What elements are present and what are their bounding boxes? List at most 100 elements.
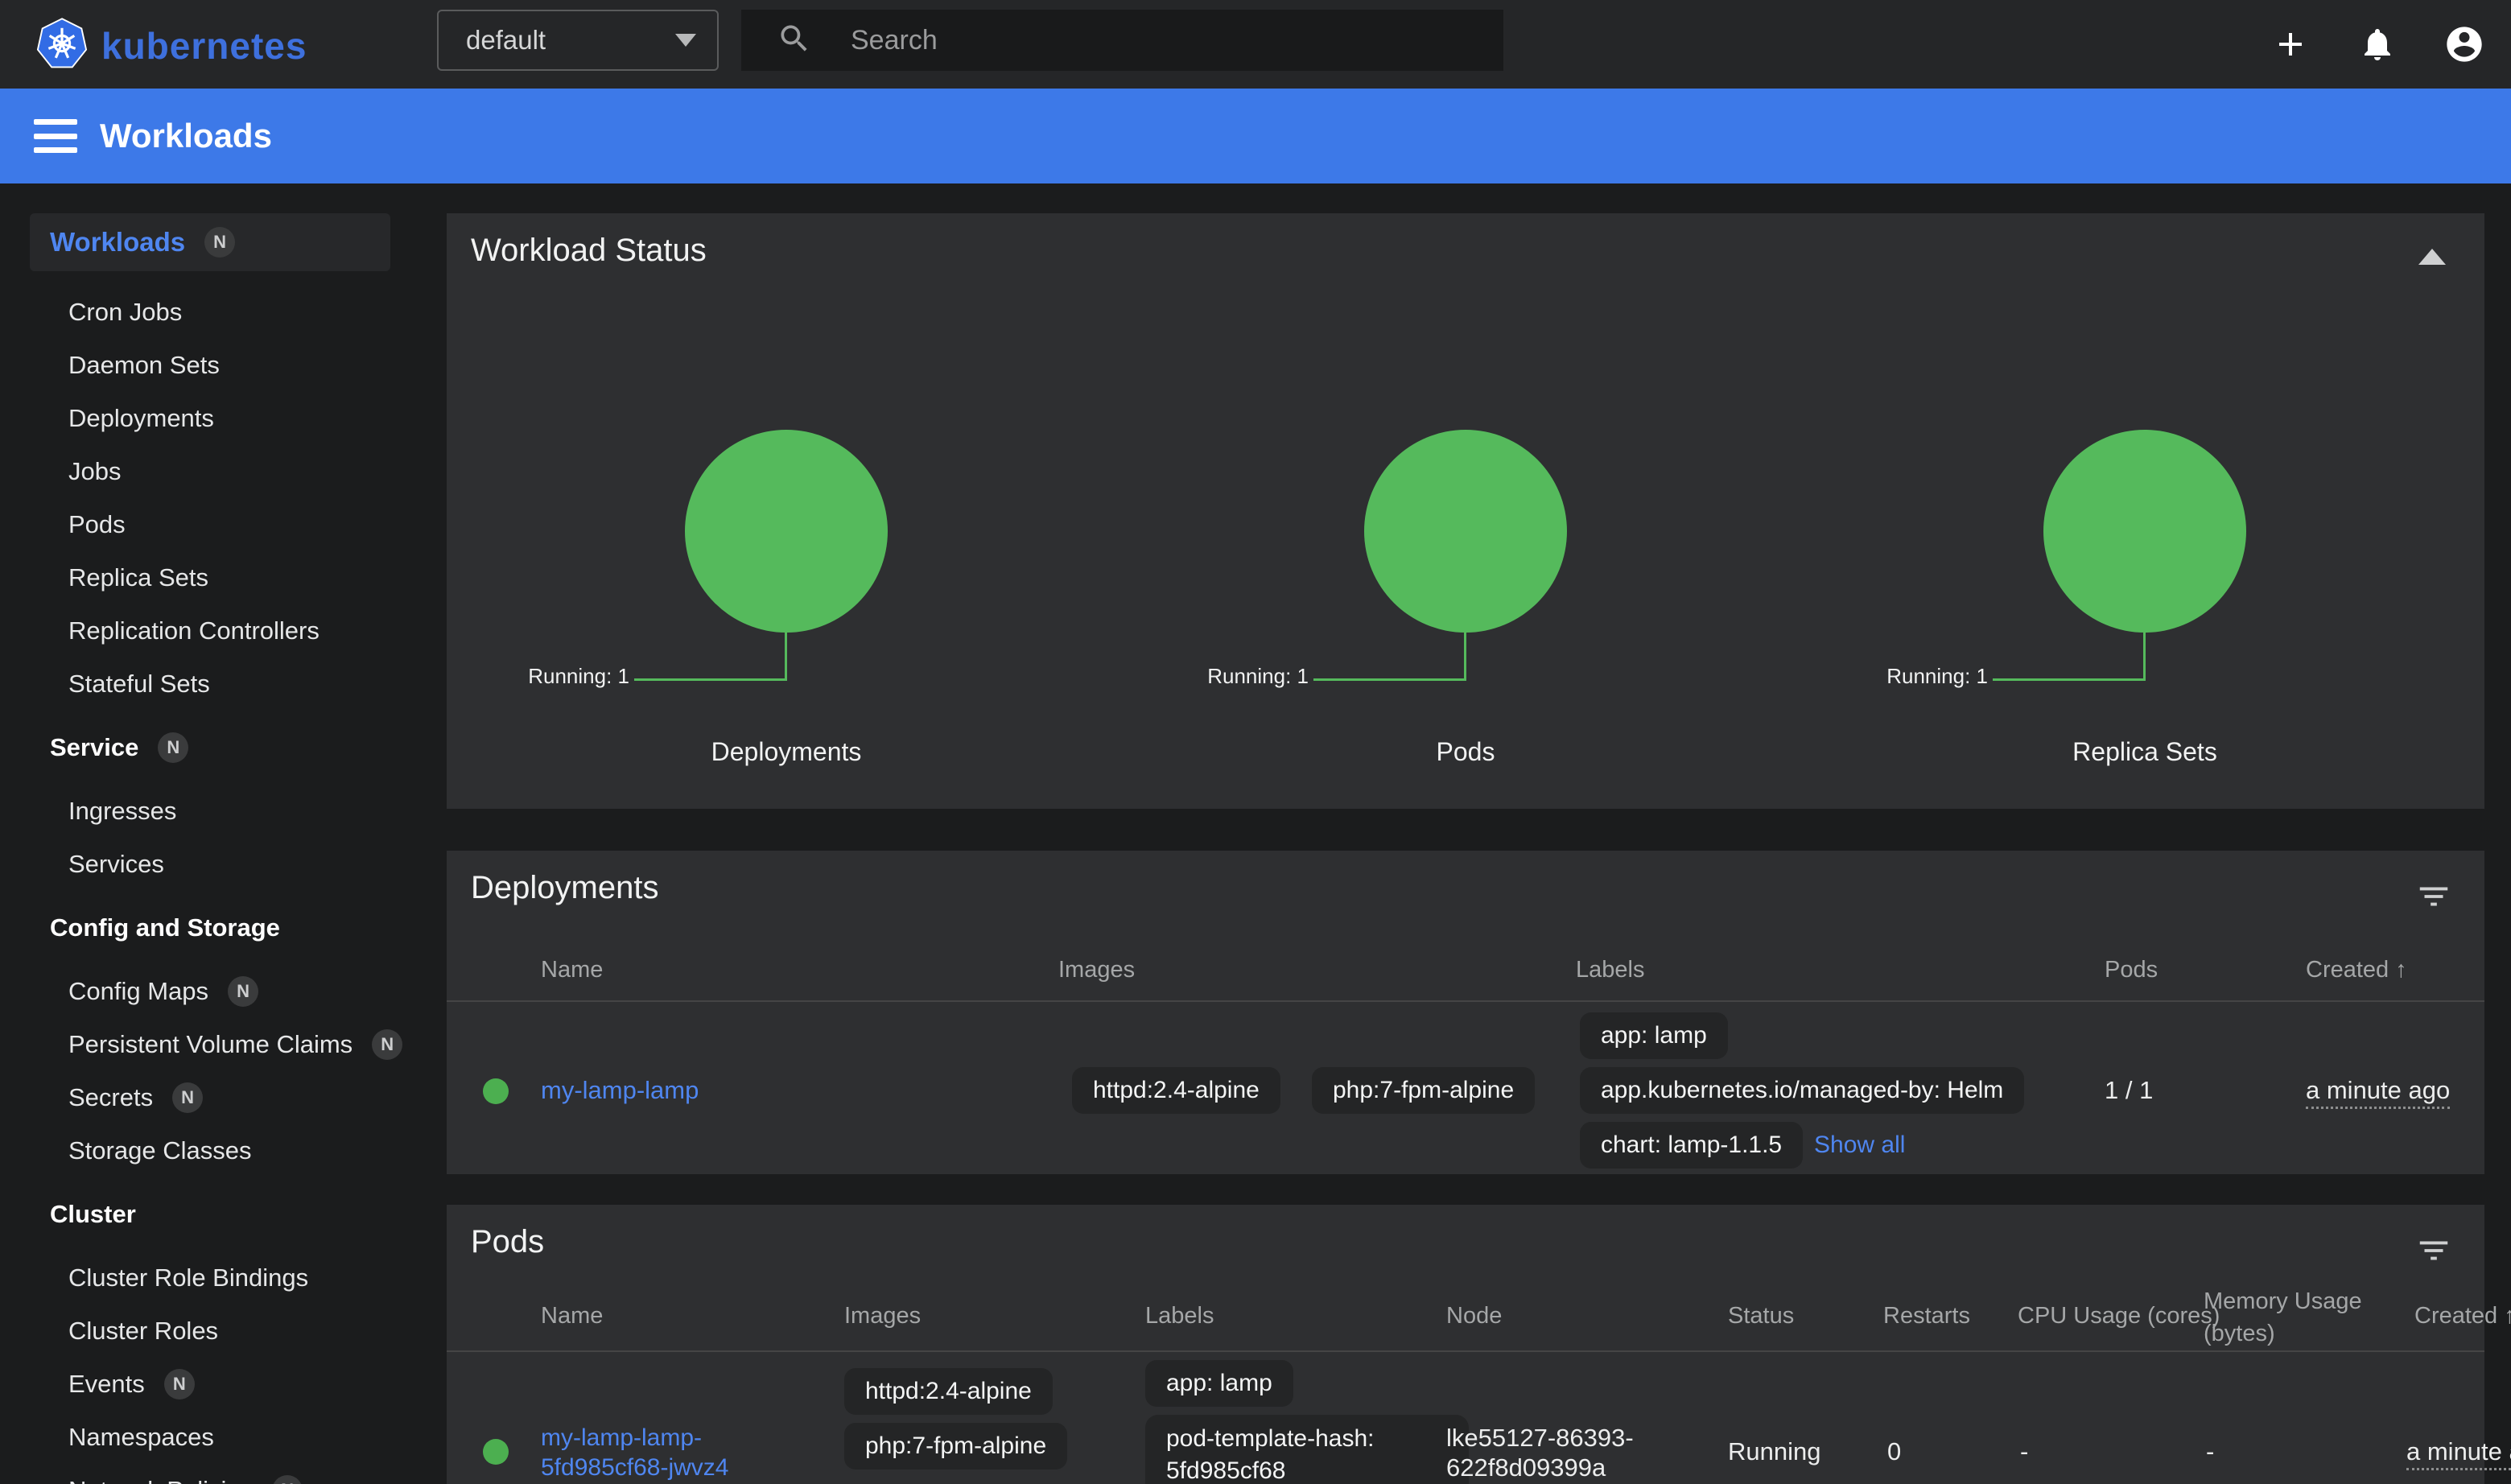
- node-cell: lke55127-86393-622f8d09399a: [1446, 1423, 1712, 1482]
- namespaced-badge: N: [164, 1369, 195, 1399]
- sidebar-item-storage-classes[interactable]: Storage Classes: [0, 1124, 418, 1177]
- pie-leader-line: [1464, 633, 1466, 681]
- sidebar-item-daemon-sets[interactable]: Daemon Sets: [0, 339, 418, 392]
- sidebar-item-workloads[interactable]: Workloads N: [30, 213, 390, 271]
- deployment-name-link[interactable]: my-lamp-lamp: [541, 1076, 699, 1105]
- sidebar-nav: Workloads N Cron Jobs Daemon Sets Deploy…: [0, 183, 418, 1484]
- sidebar-section-service[interactable]: Service N: [0, 721, 418, 774]
- column-header-restarts[interactable]: Restarts: [1883, 1303, 1970, 1329]
- brand-name: kubernetes: [101, 24, 307, 68]
- sidebar-item-replication-controllers[interactable]: Replication Controllers: [0, 604, 418, 657]
- label-chip: app: lamp: [1580, 1012, 1728, 1059]
- column-header-name[interactable]: Name: [541, 957, 603, 983]
- sort-ascending-icon: ↑: [2504, 1303, 2511, 1329]
- namespaced-badge: N: [372, 1029, 402, 1060]
- sidebar-item-pods[interactable]: Pods: [0, 498, 418, 551]
- sidebar-item-jobs[interactable]: Jobs: [0, 445, 418, 498]
- namespaced-badge: N: [272, 1475, 303, 1484]
- column-header-status[interactable]: Status: [1728, 1303, 1794, 1329]
- pie-callout: Running: 1: [1886, 664, 1988, 689]
- sidebar-item-replica-sets[interactable]: Replica Sets: [0, 551, 418, 604]
- label-chip: app.kubernetes.io/managed-by: Helm: [1580, 1067, 2024, 1114]
- replica-sets-pie-chart: Running: 1 Replica Sets: [1805, 430, 2484, 784]
- create-resource-button[interactable]: [2270, 23, 2311, 65]
- sidebar-item-events[interactable]: Events N: [0, 1358, 418, 1411]
- image-chip: httpd:2.4-alpine: [1072, 1067, 1280, 1114]
- pie-leader-line: [2143, 633, 2146, 681]
- sidebar-item-cron-jobs[interactable]: Cron Jobs: [0, 286, 418, 339]
- search-bar[interactable]: [741, 10, 1503, 71]
- pods-ratio-cell: 1 / 1: [2105, 1076, 2153, 1105]
- column-header-created[interactable]: Created ↑: [2306, 957, 2407, 983]
- memory-usage-cell: -: [2206, 1437, 2214, 1466]
- sidebar-item-services[interactable]: Services: [0, 838, 418, 891]
- app-bar: Workloads: [0, 89, 2511, 183]
- pie-callout: Running: 1: [1207, 664, 1309, 689]
- status-ok-dot: [483, 1439, 509, 1465]
- column-header-labels[interactable]: Labels: [1145, 1303, 1214, 1329]
- sidebar-item-secrets[interactable]: Secrets N: [0, 1071, 418, 1124]
- sidebar-section-config-and-storage[interactable]: Config and Storage: [0, 901, 418, 954]
- pie-slice-running[interactable]: [2043, 430, 2246, 633]
- column-header-memory-usage[interactable]: Memory Usage (bytes): [2204, 1285, 2385, 1350]
- menu-hamburger-icon[interactable]: [34, 119, 77, 153]
- pie-chart-title: Deployments: [447, 737, 1126, 767]
- sidebar-item-config-maps[interactable]: Config Maps N: [0, 965, 418, 1018]
- pods-card-title: Pods: [471, 1224, 544, 1260]
- label-chip: app: lamp: [1145, 1360, 1293, 1407]
- pie-callout: Running: 1: [528, 664, 629, 689]
- sidebar-item-stateful-sets[interactable]: Stateful Sets: [0, 657, 418, 711]
- sidebar-item-ingresses[interactable]: Ingresses: [0, 785, 418, 838]
- sidebar-item-cluster-roles[interactable]: Cluster Roles: [0, 1305, 418, 1358]
- column-header-labels[interactable]: Labels: [1576, 957, 1644, 983]
- pods-card: Pods Name Images Labels Node Status Rest…: [447, 1205, 2484, 1484]
- column-header-created[interactable]: Created ↑: [2414, 1303, 2511, 1329]
- image-chip: httpd:2.4-alpine: [844, 1368, 1053, 1415]
- sidebar-section-cluster[interactable]: Cluster: [0, 1188, 418, 1241]
- sidebar-item-network-policies[interactable]: Network Policies N: [0, 1464, 418, 1484]
- pie-slice-running[interactable]: [1364, 430, 1567, 633]
- search-icon: [777, 21, 812, 60]
- pie-leader-line: [1313, 678, 1466, 681]
- sidebar-item-deployments[interactable]: Deployments: [0, 392, 418, 445]
- column-header-node[interactable]: Node: [1446, 1303, 1502, 1329]
- sidebar-item-cluster-role-bindings[interactable]: Cluster Role Bindings: [0, 1251, 418, 1305]
- table-divider: [447, 1350, 2484, 1352]
- label-chip: chart: lamp-1.1.5: [1580, 1122, 1803, 1169]
- filter-icon[interactable]: [2415, 1232, 2452, 1273]
- pie-leader-line: [785, 633, 787, 681]
- status-ok-dot: [483, 1078, 509, 1104]
- cpu-usage-cell: -: [2020, 1437, 2028, 1466]
- filter-icon[interactable]: [2415, 878, 2452, 919]
- column-header-images[interactable]: Images: [1058, 957, 1135, 983]
- created-cell: a minute ago: [2406, 1437, 2511, 1466]
- user-account-icon[interactable]: [2443, 23, 2485, 65]
- column-header-images[interactable]: Images: [844, 1303, 921, 1329]
- pie-chart-title: Replica Sets: [1805, 737, 2484, 767]
- pods-pie-chart: Running: 1 Pods: [1126, 430, 1805, 784]
- top-bar: kubernetes default: [0, 0, 2511, 89]
- column-header-pods[interactable]: Pods: [2105, 957, 2158, 983]
- pie-slice-running[interactable]: [685, 430, 888, 633]
- kubernetes-logo[interactable]: kubernetes: [35, 18, 307, 73]
- collapse-card-icon[interactable]: [2418, 249, 2446, 265]
- sidebar-item-persistent-volume-claims[interactable]: Persistent Volume Claims N: [0, 1018, 418, 1071]
- notifications-bell-icon[interactable]: [2356, 23, 2398, 65]
- column-header-cpu-usage[interactable]: CPU Usage (cores): [2018, 1303, 2220, 1329]
- workload-status-title: Workload Status: [471, 233, 707, 269]
- workload-status-charts: Running: 1 Deployments Running: 1 Pods R…: [447, 430, 2484, 784]
- column-header-name[interactable]: Name: [541, 1303, 603, 1329]
- pie-leader-line: [634, 678, 787, 681]
- namespace-value: default: [466, 25, 546, 56]
- namespaced-badge: N: [172, 1082, 203, 1113]
- namespaced-badge: N: [228, 976, 258, 1007]
- namespaced-badge: N: [158, 732, 188, 763]
- show-all-labels-link[interactable]: Show all: [1814, 1132, 1905, 1159]
- restarts-cell: 0: [1887, 1437, 1901, 1466]
- namespace-selector[interactable]: default: [437, 10, 719, 71]
- created-cell: a minute ago: [2306, 1076, 2450, 1105]
- kubernetes-logo-icon: [35, 18, 89, 73]
- pod-name-link[interactable]: my-lamp-lamp-5fd985cf68-jwvz4: [541, 1423, 823, 1482]
- sidebar-item-namespaces[interactable]: Namespaces: [0, 1411, 418, 1464]
- search-input[interactable]: [851, 25, 1462, 56]
